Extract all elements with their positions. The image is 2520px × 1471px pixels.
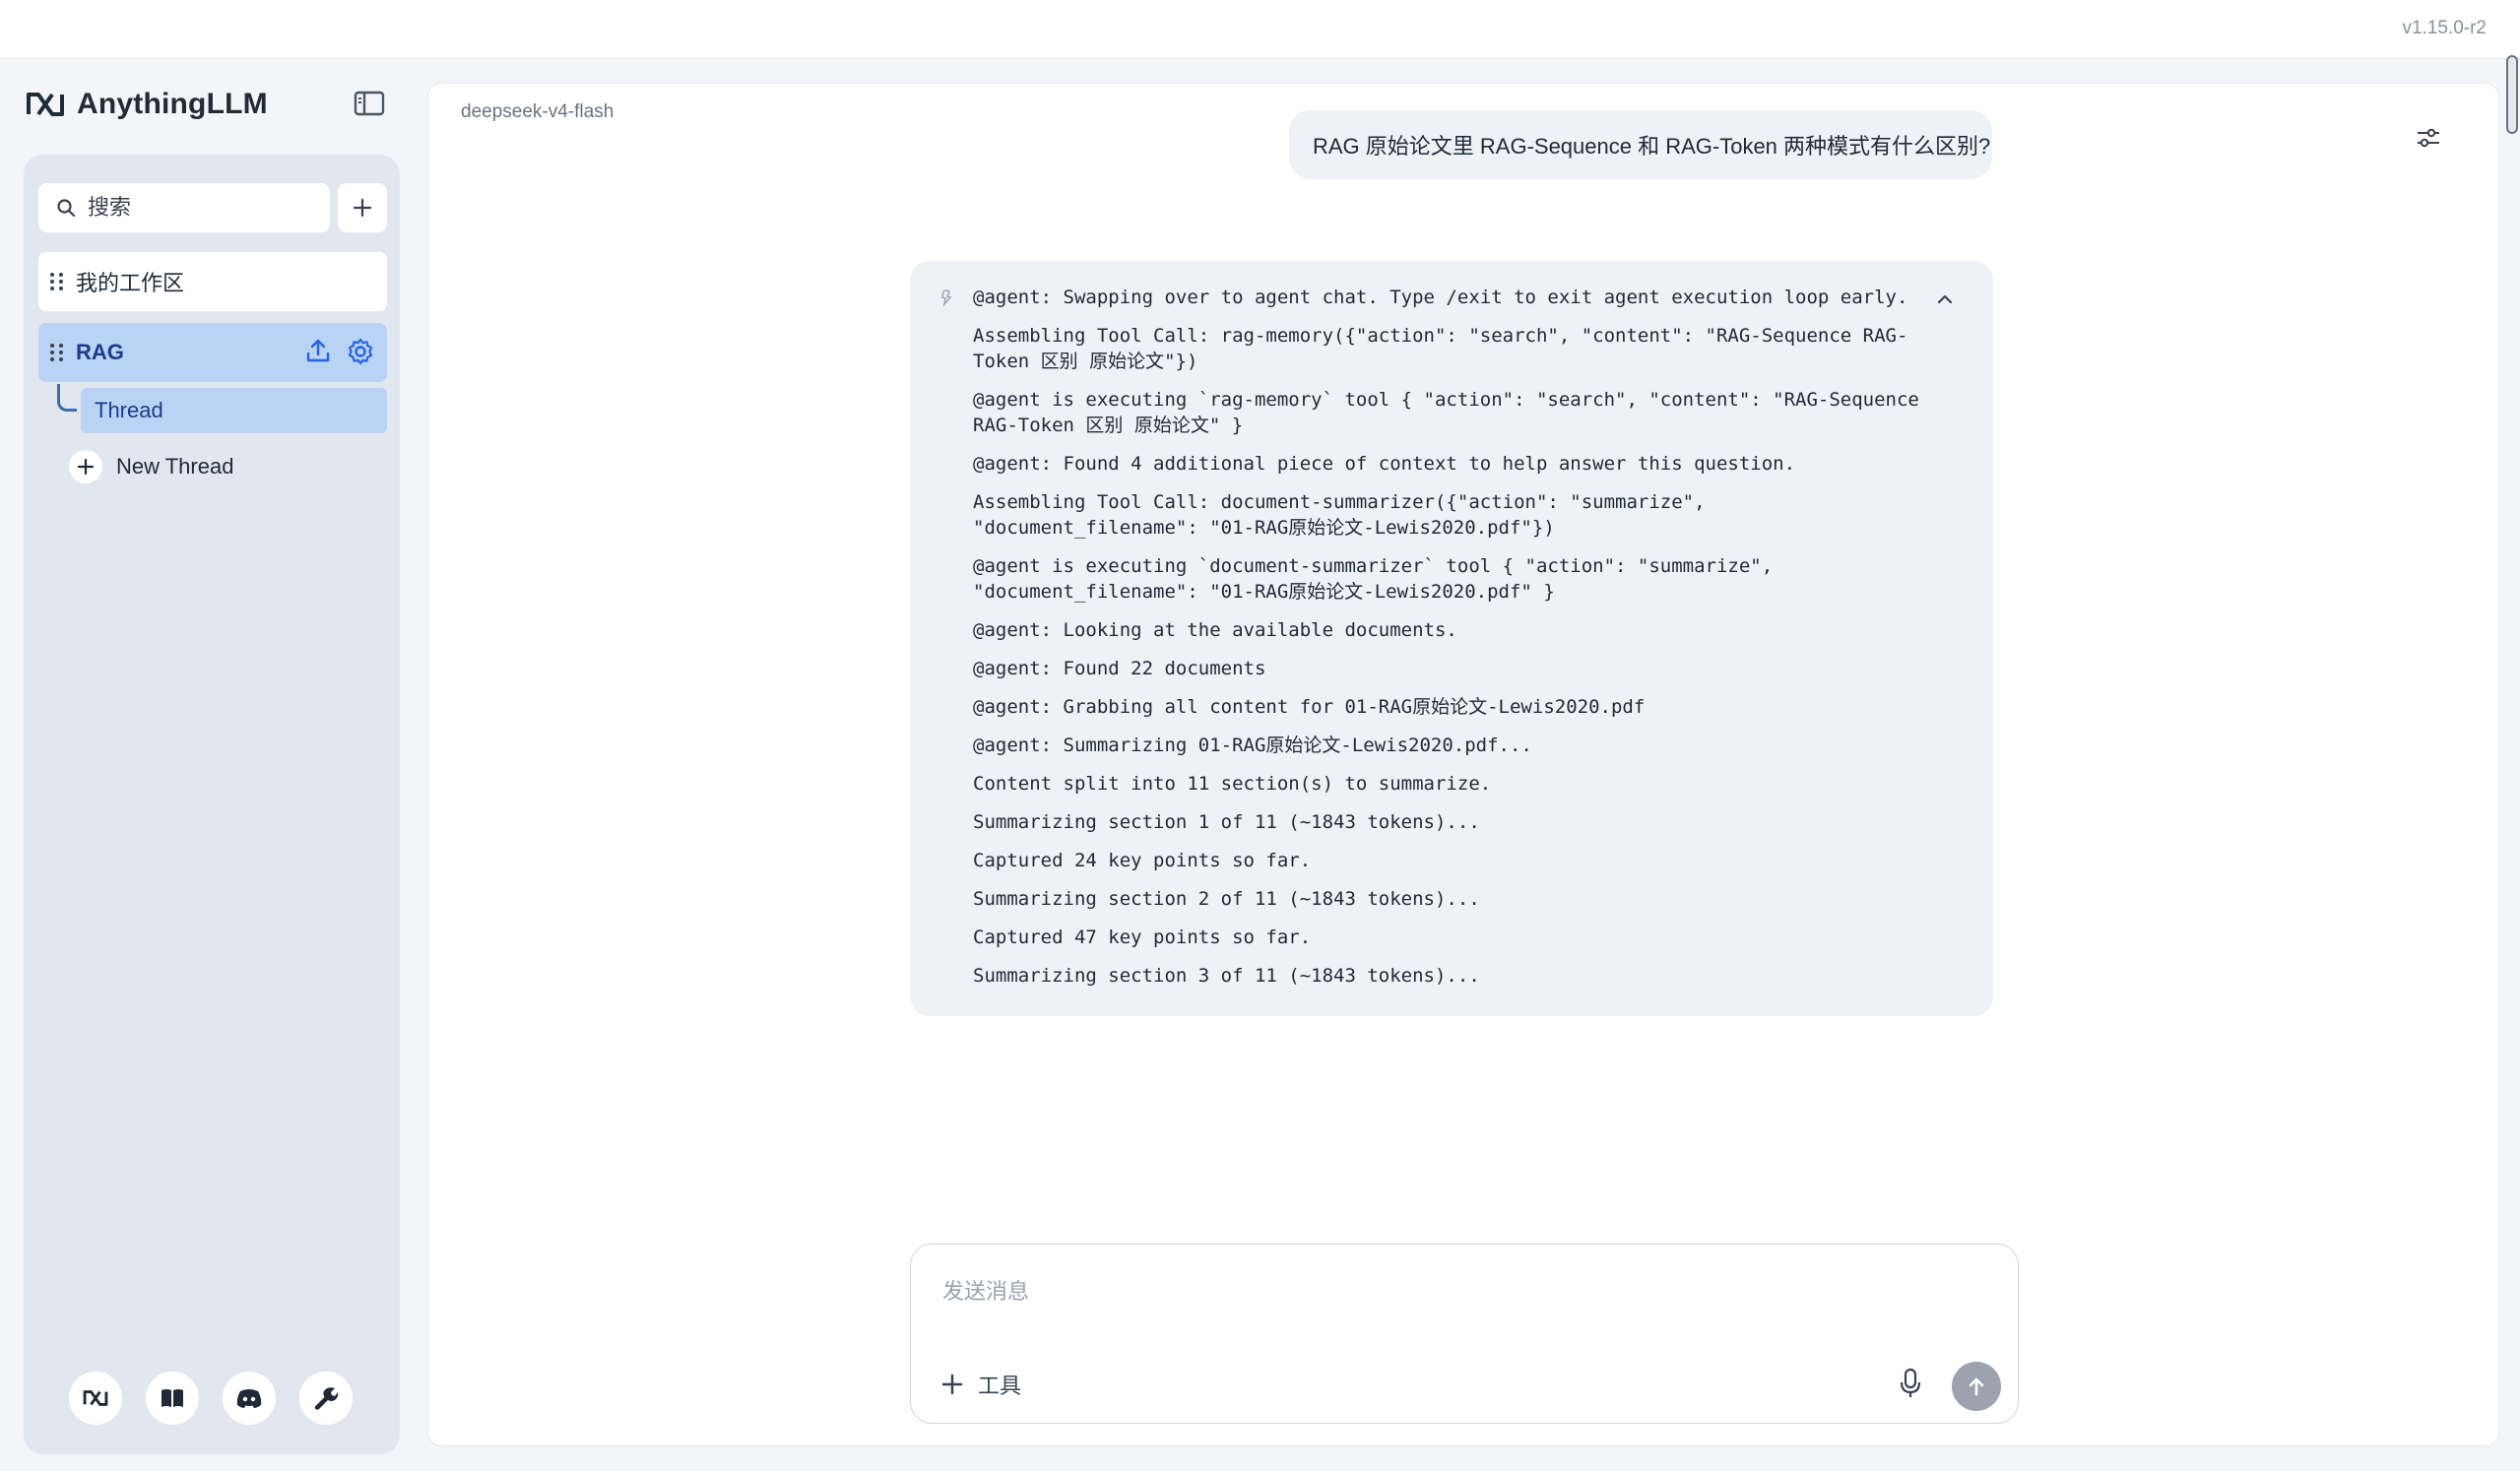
- agent-log-line: Assembling Tool Call: document-summarize…: [973, 491, 1716, 539]
- agent-status-icon: [941, 289, 952, 306]
- agent-log-line: Captured 47 key points so far.: [973, 927, 1312, 948]
- sidebar-toggle-button[interactable]: [353, 89, 386, 118]
- workspace-label: 我的工作区: [76, 271, 185, 295]
- add-workspace-button[interactable]: [338, 183, 387, 232]
- top-bar: v1.15.0-r2: [0, 0, 2520, 59]
- sidebar: 我的工作区 RAG Thread New Thread: [24, 155, 400, 1454]
- message-composer: 工具: [910, 1244, 2019, 1424]
- brand-name: AnythingLLM: [77, 88, 268, 120]
- tools-label: 工具: [978, 1374, 1022, 1398]
- drag-handle-icon[interactable]: [50, 270, 64, 293]
- agent-log-line: Assembling Tool Call: rag-memory({"actio…: [973, 325, 1908, 372]
- upload-icon[interactable]: [304, 337, 332, 364]
- message-input[interactable]: [942, 1274, 1927, 1333]
- arrow-up-icon: [1969, 1377, 1984, 1396]
- book-icon: [162, 1389, 183, 1407]
- agent-log-line: Content split into 11 section(s) to summ…: [973, 773, 1492, 795]
- user-message-bubble: RAG 原始论文里 RAG-Sequence 和 RAG-Token 两种模式有…: [1289, 110, 1992, 179]
- agent-log-lines: @agent: Swapping over to agent chat. Typ…: [973, 285, 1934, 989]
- agent-log-panel: @agent: Swapping over to agent chat. Typ…: [910, 261, 1993, 1016]
- page-scrollbar[interactable]: [2506, 55, 2518, 134]
- brand-logo[interactable]: AnythingLLM: [26, 85, 268, 124]
- tools-button[interactable]: 工具: [940, 1369, 1021, 1400]
- new-thread-label: New Thread: [116, 454, 234, 479]
- plus-icon: [941, 1374, 963, 1395]
- thread-connector: [57, 384, 77, 412]
- workspace-label: RAG: [76, 340, 124, 364]
- docs-button[interactable]: [146, 1372, 199, 1425]
- agent-log-line: Summarizing section 2 of 11 (~1843 token…: [973, 888, 1480, 910]
- anythingllm-logo-icon: [27, 93, 64, 116]
- anythingllm-logo-icon: [83, 1390, 108, 1406]
- discord-button[interactable]: [223, 1372, 276, 1425]
- wrench-icon: [314, 1387, 339, 1410]
- agent-log-line: @agent: Looking at the available documen…: [973, 619, 1457, 641]
- version-label: v1.15.0-r2: [2402, 18, 2487, 38]
- settings-button[interactable]: [299, 1372, 353, 1425]
- agent-log-line: @agent is executing `rag-memory` tool { …: [973, 389, 1931, 436]
- search-box: [38, 183, 330, 232]
- sidebar-toggle-icon: [354, 91, 385, 116]
- thread-label: Thread: [95, 398, 163, 422]
- agent-log-line: @agent: Swapping over to agent chat. Typ…: [973, 287, 1908, 308]
- new-thread-button[interactable]: New Thread: [69, 450, 233, 483]
- agent-log-line: Summarizing section 1 of 11 (~1843 token…: [973, 811, 1480, 833]
- drag-handle-icon[interactable]: [50, 341, 64, 364]
- workspace-item-rag[interactable]: RAG: [38, 323, 387, 382]
- plus-icon: [353, 198, 372, 218]
- chat-settings-icon[interactable]: [2414, 123, 2443, 153]
- home-button[interactable]: [69, 1372, 122, 1425]
- plus-icon: [69, 450, 102, 483]
- agent-log-line: Captured 24 key points so far.: [973, 850, 1312, 871]
- user-message-text: RAG 原始论文里 RAG-Sequence 和 RAG-Token 两种模式有…: [1313, 134, 1991, 159]
- search-input[interactable]: [88, 195, 304, 221]
- chevron-up-icon[interactable]: [1932, 287, 1958, 312]
- discord-icon: [236, 1389, 262, 1408]
- model-name: deepseek-v4-flash: [461, 101, 614, 122]
- agent-log-line: @agent: Found 4 additional piece of cont…: [973, 453, 1796, 475]
- thread-item[interactable]: Thread: [81, 388, 387, 433]
- agent-log-line: @agent: Grabbing all content for 01-RAG原…: [973, 696, 1646, 718]
- agent-log-line: @agent is executing `document-summarizer…: [973, 555, 1784, 603]
- agent-log-line: @agent: Summarizing 01-RAG原始论文-Lewis2020…: [973, 735, 1532, 756]
- sidebar-footer: [69, 1372, 353, 1425]
- search-icon: [57, 199, 76, 218]
- gear-icon[interactable]: [346, 337, 375, 366]
- microphone-icon[interactable]: [1896, 1367, 1925, 1400]
- chat-panel: deepseek-v4-flash RAG 原始论文里 RAG-Sequence…: [427, 83, 2499, 1446]
- agent-log-line: @agent: Found 22 documents: [973, 658, 1266, 679]
- send-button[interactable]: [1952, 1362, 2001, 1411]
- agent-log-line: Summarizing section 3 of 11 (~1843 token…: [973, 965, 1480, 987]
- workspace-item-default[interactable]: 我的工作区: [38, 252, 387, 311]
